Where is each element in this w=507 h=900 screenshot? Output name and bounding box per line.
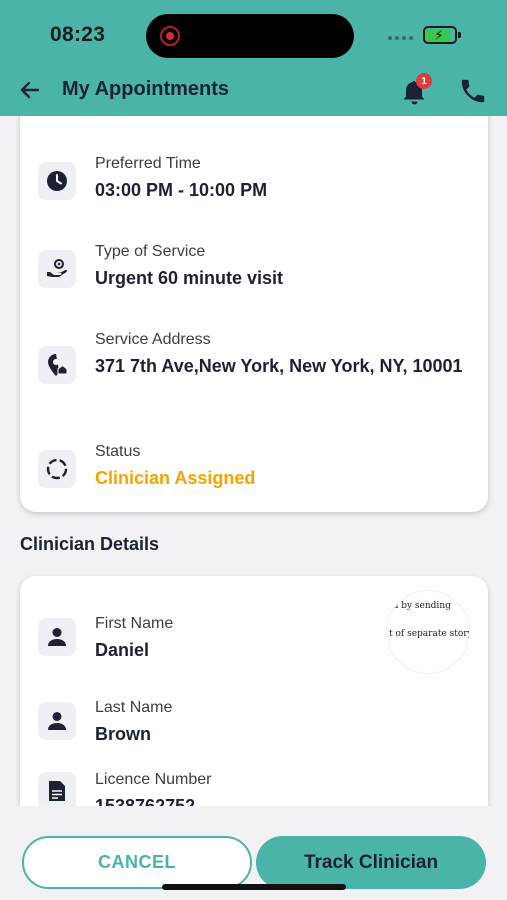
preferred-time-label: Preferred Time — [95, 155, 201, 172]
notification-badge: 1 — [416, 73, 432, 89]
document-icon — [38, 772, 76, 806]
cancel-button[interactable]: CANCEL — [22, 836, 252, 889]
phone-call-icon[interactable] — [458, 76, 490, 108]
clinician-card: a by sending t of separate story. First … — [20, 576, 488, 806]
first-name-label: First Name — [95, 615, 174, 632]
preferred-time-row: Preferred Time 03:00 PM - 10:00 PM — [38, 155, 267, 200]
location-home-icon — [38, 346, 76, 384]
status-value: Clinician Assigned — [95, 468, 256, 488]
status-row: Status Clinician Assigned — [38, 443, 255, 488]
home-indicator[interactable] — [162, 884, 346, 890]
last-name-label: Last Name — [95, 699, 173, 716]
service-address-label: Service Address — [95, 331, 211, 348]
licence-number-value: 1538762752 — [95, 796, 196, 806]
recording-indicator-icon — [160, 26, 180, 46]
service-address-row: Service Address 371 7th Ave,New York, Ne… — [38, 331, 463, 384]
last-name-value: Brown — [95, 724, 151, 744]
person-icon — [38, 618, 76, 656]
service-address-value: 371 7th Ave,New York, New York, NY, 1000… — [95, 356, 463, 376]
status-label: Status — [95, 443, 141, 460]
app-header: 08:23 ⚡ My Appointments 1 — [0, 0, 507, 116]
licence-number-row: Licence Number 1538762752 — [38, 771, 212, 806]
cellular-signal-icon — [388, 36, 413, 40]
appointment-details-scroll[interactable]: Preferred Time 03:00 PM - 10:00 PM Type … — [0, 116, 507, 806]
first-name-row: First Name Daniel — [38, 615, 173, 660]
person-icon — [38, 702, 76, 740]
service-type-row: Type of Service Urgent 60 minute visit — [38, 243, 283, 288]
status-time: 08:23 — [50, 23, 106, 46]
battery-charging-icon: ⚡ — [423, 26, 461, 44]
preferred-time-value: 03:00 PM - 10:00 PM — [95, 180, 268, 200]
hand-service-icon — [38, 250, 76, 288]
licence-number-label: Licence Number — [95, 771, 212, 788]
last-name-row: Last Name Brown — [38, 699, 172, 744]
appointment-card: Preferred Time 03:00 PM - 10:00 PM Type … — [20, 116, 488, 512]
service-type-value: Urgent 60 minute visit — [95, 268, 284, 288]
first-name-value: Daniel — [95, 640, 150, 660]
dynamic-island — [146, 14, 354, 58]
loading-status-icon — [38, 450, 76, 488]
track-clinician-button[interactable]: Track Clinician — [256, 836, 486, 889]
service-type-label: Type of Service — [95, 243, 206, 260]
bottom-action-bar: CANCEL Track Clinician — [0, 806, 507, 900]
page-title: My Appointments — [62, 78, 230, 100]
clinician-details-heading: Clinician Details — [20, 534, 160, 554]
clock-icon — [38, 162, 76, 200]
back-arrow-icon[interactable] — [16, 76, 44, 104]
